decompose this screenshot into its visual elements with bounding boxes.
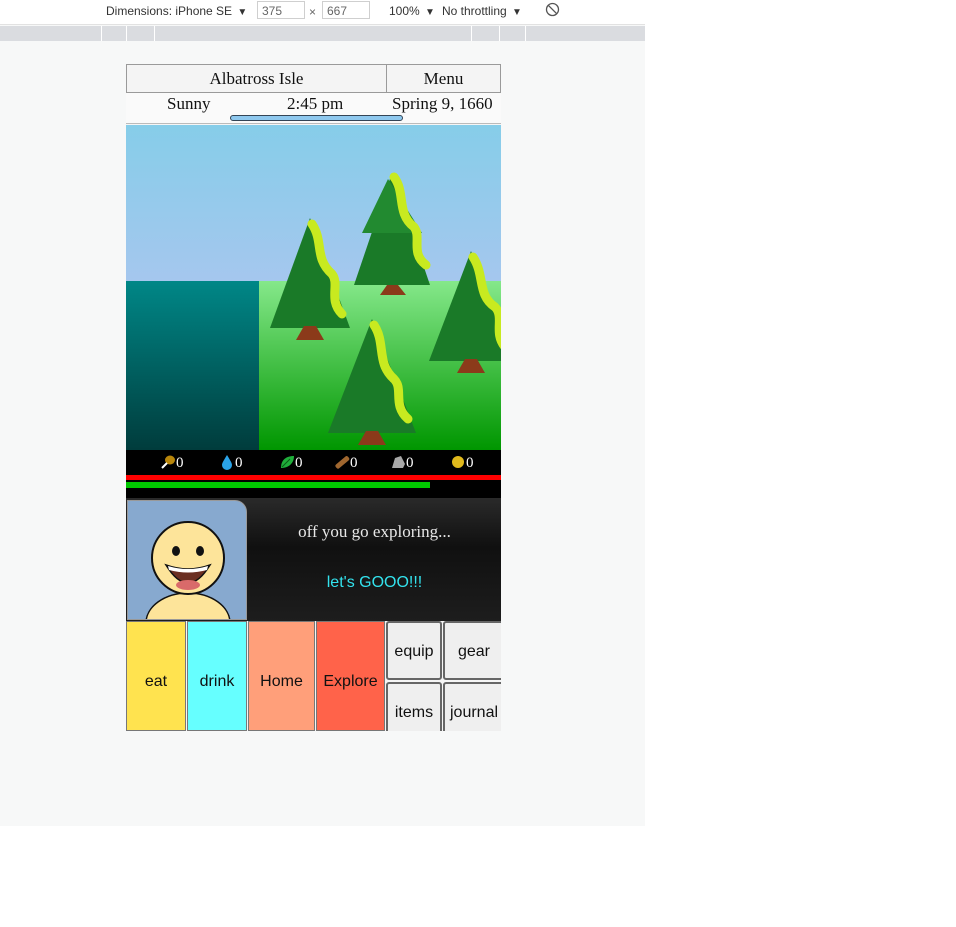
items-button[interactable]: items [386, 682, 442, 731]
resource-bar: 0 0 0 0 0 0 [126, 450, 501, 498]
energy-bar [126, 482, 430, 488]
resource-stone: 0 [390, 452, 414, 474]
drink-button[interactable]: drink [187, 621, 247, 731]
media-query-ruler[interactable] [0, 26, 645, 41]
resource-wood: 0 [334, 452, 358, 474]
home-button[interactable]: Home [248, 621, 315, 731]
health-bar [126, 475, 501, 480]
wood-icon [334, 455, 350, 471]
chevron-down-icon: ▼ [237, 7, 248, 18]
dialog-panel: off you go exploring... let's GOOO!!! [126, 498, 501, 621]
resource-meat: 0 [160, 452, 184, 474]
character-portrait [127, 500, 247, 620]
leaf-icon [279, 455, 295, 471]
explore-button[interactable]: Explore [316, 621, 385, 731]
gear-button[interactable]: gear [443, 621, 501, 680]
times-sign: × [309, 5, 317, 19]
resource-water: 0 [219, 452, 243, 474]
chevron-down-icon: ▼ [425, 7, 435, 18]
location-title: Albatross Isle [126, 64, 387, 93]
water [126, 281, 259, 450]
stone-icon [390, 455, 406, 471]
journal-button[interactable]: journal [443, 682, 501, 731]
meat-icon [160, 455, 176, 471]
devtools-viewport: Dimensions: iPhone SE ▼ 375 × 667 100% ▼… [0, 0, 645, 826]
eat-button[interactable]: eat [126, 621, 186, 731]
chevron-down-icon: ▼ [512, 7, 522, 18]
dialog-reply-button[interactable]: let's GOOO!!! [248, 574, 501, 592]
height-input[interactable]: 667 [322, 1, 370, 19]
scene-view[interactable] [126, 125, 501, 450]
game-screen: Albatross Isle Menu Sunny 2:45 pm Spring… [126, 64, 501, 731]
date-label: Spring 9, 1660 [392, 94, 493, 113]
throttling-label: No throttling [442, 4, 507, 18]
weather-label: Sunny [167, 94, 211, 113]
day-progress-bar [230, 115, 403, 121]
zoom-select[interactable]: 100% ▼ [389, 4, 435, 18]
device-toolbar: Dimensions: iPhone SE ▼ 375 × 667 100% ▼… [0, 0, 645, 25]
zoom-label: 100% [389, 4, 420, 18]
dialog-message: off you go exploring... [298, 522, 451, 541]
resource-coin: 0 [450, 452, 474, 474]
time-label: 2:45 pm [287, 94, 344, 113]
equip-button[interactable]: equip [386, 621, 442, 680]
coin-icon [450, 455, 466, 471]
smiling-character-icon [145, 521, 231, 619]
water-icon [219, 455, 235, 471]
resource-leaf: 0 [279, 452, 303, 474]
device-dimensions-select[interactable]: Dimensions: iPhone SE ▼ [106, 4, 247, 18]
rotate-disabled-icon[interactable] [545, 2, 560, 20]
dimensions-label: Dimensions: iPhone SE [106, 4, 233, 18]
width-input[interactable]: 375 [257, 1, 305, 19]
menu-button[interactable]: Menu [386, 64, 501, 93]
throttling-select[interactable]: No throttling ▼ [442, 4, 522, 18]
